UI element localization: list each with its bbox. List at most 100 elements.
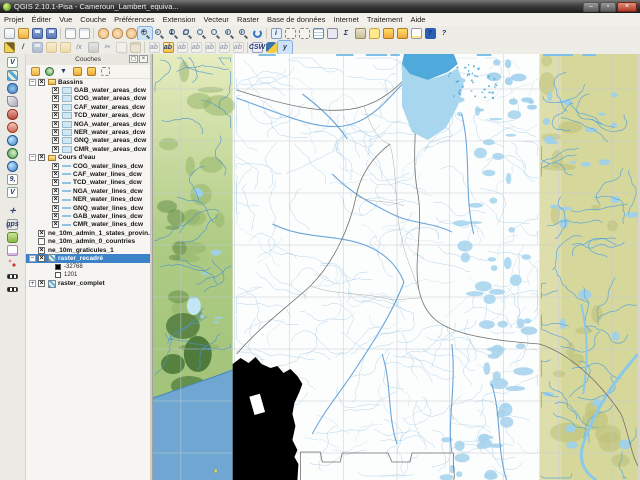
change-label-button[interactable]: ab [231,41,245,54]
layer-checkbox[interactable]: × [52,170,59,178]
identify-features-button[interactable]: i [269,27,283,40]
add-wms-layer-button[interactable] [6,134,20,146]
layer-checkbox[interactable]: × [52,145,59,153]
map-canvas[interactable] [152,54,638,480]
layer-item-gab-water-lines-dcw[interactable]: × GAB_water_lines_dcw [26,212,150,220]
add-delimited-text-layer-button[interactable]: 9, [6,173,20,185]
layer-item-cmr-water-areas-dcw[interactable]: × CMR_water_areas_dcw [26,145,150,153]
add-group-button[interactable] [30,66,41,77]
layer-checkbox[interactable]: × [52,221,59,229]
scale-bar-2-button[interactable] [6,283,20,295]
layer-checkbox[interactable]: × [52,87,59,95]
menu-extension[interactable]: Extension [159,15,200,24]
group-item-bassins[interactable]: − × Bassins [26,78,150,86]
highlight-pinned-labels-button[interactable]: ab [147,41,161,54]
pan-map-button[interactable] [110,27,124,40]
layer-item-ne-10m-graticules-1[interactable]: × ne_10m_graticules_1 [26,246,150,254]
layer-item-nga-water-areas-dcw[interactable]: × NGA_water_areas_dcw [26,120,150,128]
layer-checkbox[interactable]: × [38,154,45,162]
group-item-cours-d-eau[interactable]: − × Cours d'eau [26,154,150,162]
layer-item-ner-water-lines-dcw[interactable]: × NER_water_lines_dcw [26,195,150,204]
save-layer-edits-button[interactable] [30,41,44,54]
zoom-to-layer-button[interactable] [208,27,222,40]
text-annotation-button[interactable] [409,27,423,40]
field-calculator-button[interactable] [325,27,339,40]
copy-features-button[interactable] [114,41,128,54]
save-project-as-button[interactable] [44,27,58,40]
layer-checkbox[interactable]: × [52,196,59,204]
new-project-button[interactable] [2,27,16,40]
node-tool-button[interactable]: /x [72,41,86,54]
layer-item-gnq-water-lines-dcw[interactable]: × GNQ_water_lines_dcw [26,204,150,212]
expander-icon[interactable]: − [29,254,36,262]
zoom-next-button[interactable]: › [236,27,250,40]
add-wfs-layer-button[interactable] [6,160,20,172]
select-features-button[interactable] [283,27,297,40]
layer-item-cog-water-lines-dcw[interactable]: × COG_water_lines_dcw [26,162,150,170]
layer-checkbox[interactable]: × [52,204,59,212]
pan-to-selection-button[interactable] [124,27,138,40]
console-button[interactable]: y [277,39,293,55]
expander-icon[interactable]: − [29,154,36,162]
layer-item-gnq-water-areas-dcw[interactable]: × GNQ_water_areas_dcw [26,137,150,145]
refresh-map-button[interactable] [250,27,264,40]
close-button[interactable]: × [617,1,637,12]
add-oracle-layer-button[interactable] [6,121,20,133]
paste-features-button[interactable] [128,41,142,54]
gps-information-button[interactable]: gps [6,218,20,230]
legend-entry-1201[interactable]: 1201 [26,271,150,279]
layer-checkbox[interactable]: × [38,280,45,288]
current-edits-button[interactable] [2,41,16,54]
menu-base-de-donn-es[interactable]: Base de données [263,15,329,24]
add-spatialite-layer-button[interactable] [6,95,20,107]
layer-item-nga-water-lines-dcw[interactable]: × NGA_water_lines_dcw [26,187,150,195]
add-feature-button[interactable] [44,41,58,54]
manage-layer-visibility-button[interactable] [44,66,55,77]
layer-item-caf-water-lines-dcw[interactable]: × CAF_water_lines_dcw [26,170,150,178]
layer-checkbox[interactable]: × [52,187,59,195]
restore-button[interactable]: ▫ [600,1,616,12]
legend-entry-32768[interactable]: -32768 [26,263,150,271]
scale-bar-button[interactable] [6,270,20,282]
add-postgis-layer-button[interactable] [6,82,20,94]
layer-item-tcd-water-areas-dcw[interactable]: × TCD_water_areas_dcw [26,112,150,120]
layer-checkbox[interactable]: × [38,229,45,237]
rotate-label-button[interactable]: ab [217,41,231,54]
menu-vue[interactable]: Vue [55,15,76,24]
cut-features-button[interactable]: ✂ [100,41,114,54]
layer-item-ne-10m-admin-0-countries[interactable]: ne_10m_admin_0_countries [26,237,150,246]
layer-checkbox[interactable]: × [52,103,59,111]
expand-all-button[interactable] [72,66,83,77]
add-raster-layer-button[interactable] [6,69,20,81]
menu-internet[interactable]: Internet [329,15,362,24]
close-panel-button[interactable]: × [139,55,148,63]
filter-legend-button[interactable]: ▼ [58,66,69,77]
layer-checkbox[interactable]: × [38,246,45,254]
new-shapefile-layer-button[interactable]: V [6,186,20,198]
layer-checkbox[interactable]: × [52,162,59,170]
menu-raster[interactable]: Raster [233,15,263,24]
coordinate-capture-button[interactable]: ✛ [6,205,20,217]
layer-checkbox[interactable]: × [52,129,59,137]
map-annotation-button[interactable] [6,244,20,256]
menu-vecteur[interactable]: Vecteur [200,15,233,24]
whats-this-button[interactable]: ? [437,27,451,40]
plugin-tool-button[interactable] [6,231,20,243]
move-feature-button[interactable] [58,41,72,54]
layer-item-raster-recadr[interactable]: − × raster_recadré [26,254,150,263]
add-vector-layer-button[interactable]: V [6,56,20,68]
show-hide-labels-button[interactable]: ab [189,41,203,54]
zoom-last-button[interactable]: ‹ [222,27,236,40]
layer-item-ner-water-areas-dcw[interactable]: × NER_water_areas_dcw [26,128,150,137]
zoom-to-selection-button[interactable] [194,27,208,40]
new-print-composer-button[interactable] [63,27,77,40]
expander-icon[interactable]: + [29,280,36,288]
toggle-editing-button[interactable]: / [16,41,30,54]
composer-manager-button[interactable] [77,27,91,40]
layer-checkbox[interactable]: × [52,120,59,128]
zoom-actual-size-button[interactable]: 1 [166,27,180,40]
metasearch-csw-button[interactable]: CSW [249,41,265,54]
new-bookmark-button[interactable] [381,27,395,40]
python-console-button[interactable] [264,41,278,54]
open-project-button[interactable] [16,27,30,40]
